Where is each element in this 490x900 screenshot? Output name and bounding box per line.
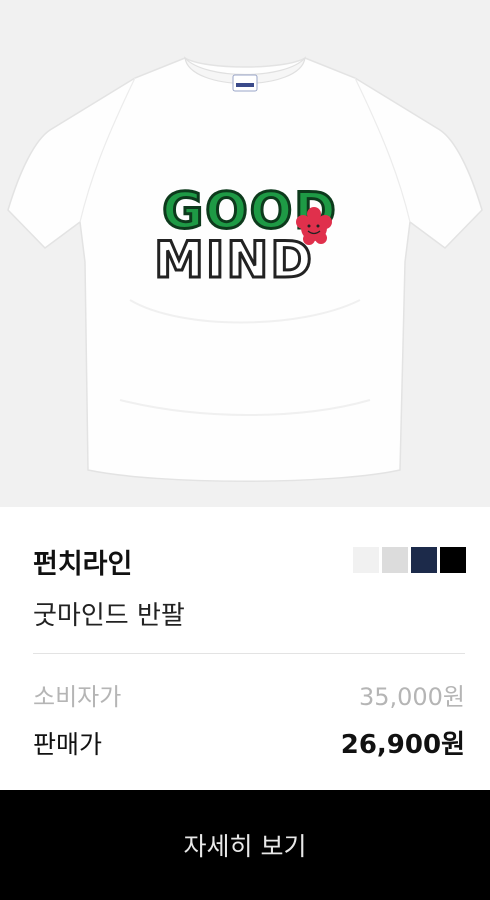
- tshirt-illustration: GOOD MIND: [7, 56, 483, 482]
- swatch-black[interactable]: [440, 547, 466, 573]
- retail-price-value: 35,000원: [358, 683, 465, 711]
- retail-price-label: 소비자가: [33, 683, 122, 711]
- sale-price-value: 26,900원: [340, 730, 465, 760]
- swatch-navy[interactable]: [411, 547, 437, 573]
- color-swatches: [353, 547, 466, 573]
- print-mind-text: MIND: [154, 231, 314, 289]
- product-info: 펀치라인 굿마인드 반팔 소비자가 35,000원 판매가 26,900원: [0, 507, 490, 790]
- swatch-white[interactable]: [353, 547, 379, 573]
- brand-name: 펀치라인: [33, 549, 133, 580]
- divider: [33, 653, 465, 654]
- swatch-light-gray[interactable]: [382, 547, 408, 573]
- retail-price-row: 소비자가 35,000원: [33, 677, 465, 712]
- product-image[interactable]: GOOD MIND: [0, 0, 490, 507]
- product-card: GOOD MIND 펀치라인 굿마인드 반팔 소비자가 35,000원 판매가 …: [0, 0, 490, 900]
- product-name: 굿마인드 반팔: [33, 601, 185, 631]
- view-details-button[interactable]: 자세히 보기: [0, 790, 490, 900]
- sale-price-label: 판매가: [33, 730, 103, 759]
- sale-price-row: 판매가 26,900원: [33, 724, 465, 761]
